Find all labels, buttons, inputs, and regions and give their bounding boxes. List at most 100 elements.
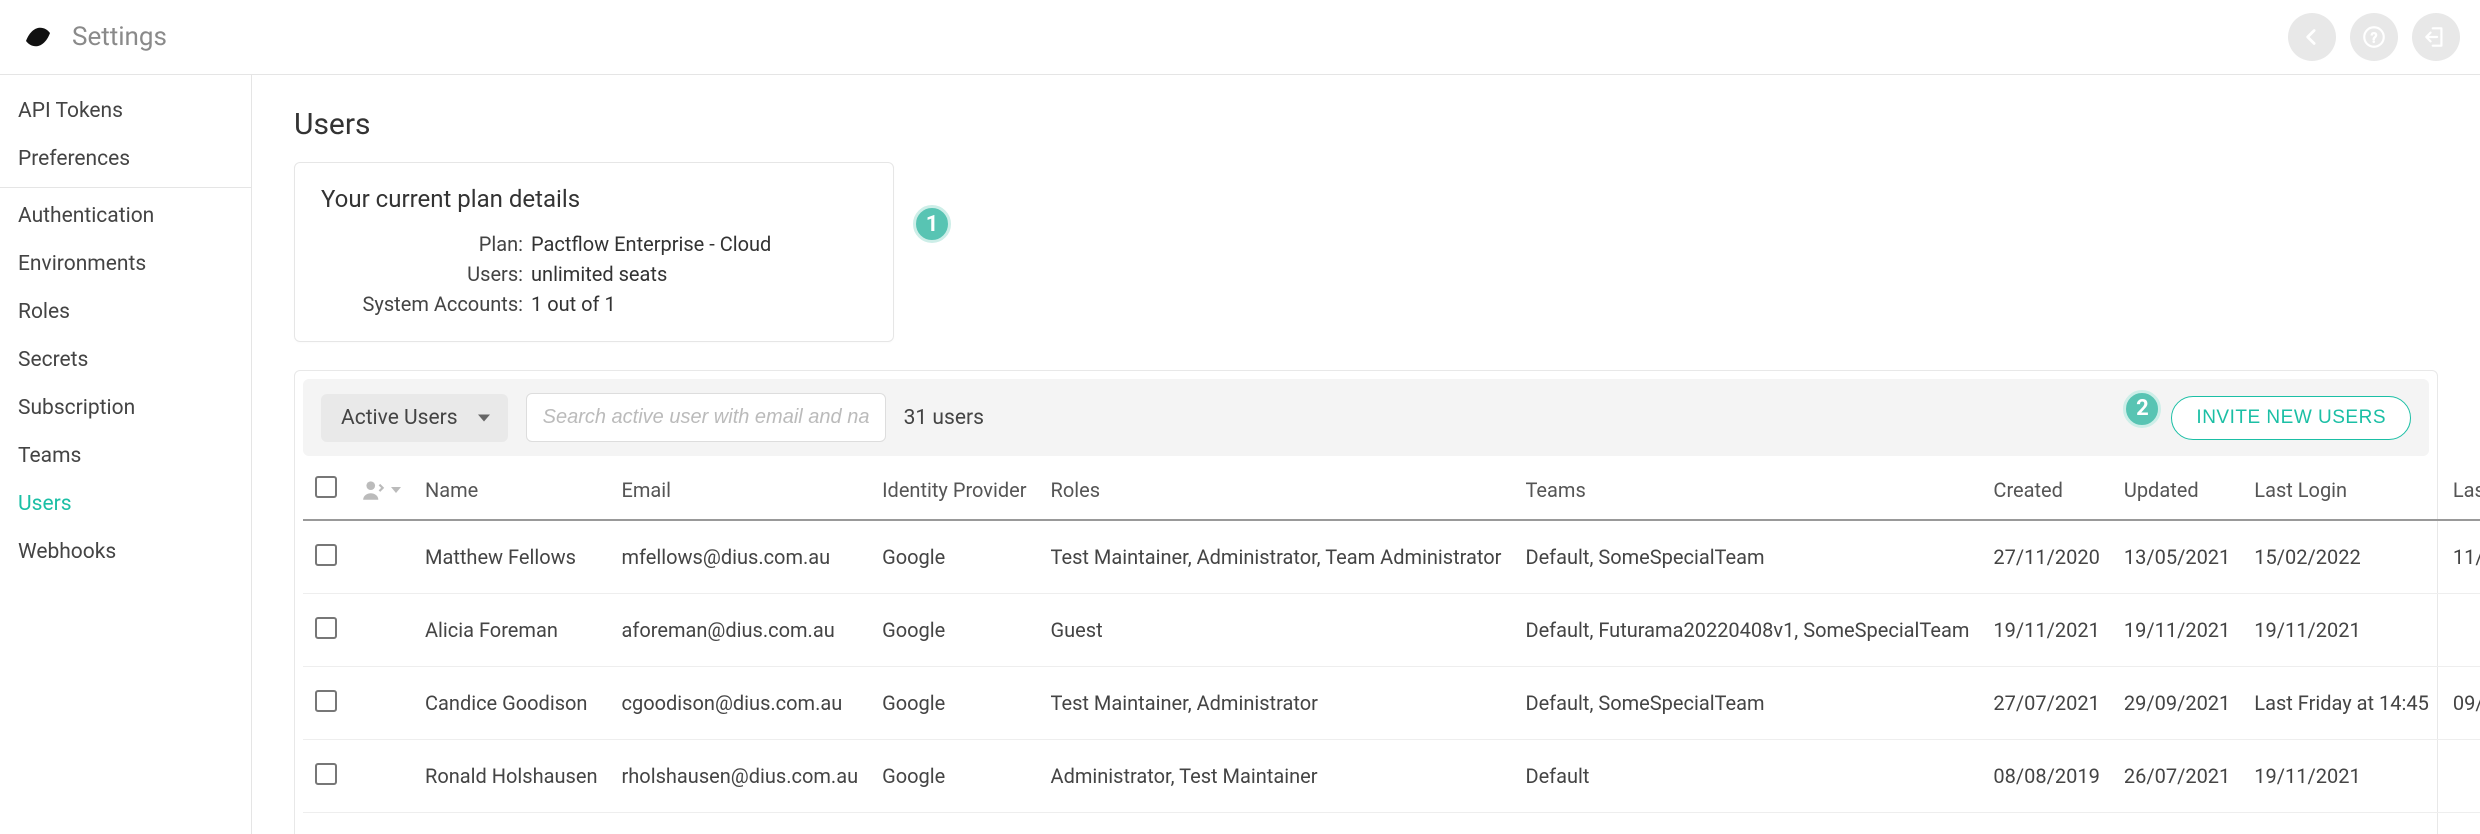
chevron-down-icon bbox=[391, 487, 401, 493]
table-row: Candice Goodisoncgoodison@dius.com.auGoo… bbox=[303, 667, 2480, 740]
user-count: 31 users bbox=[904, 406, 984, 430]
plan-sysacct-value: 1 out of 1 bbox=[531, 289, 616, 319]
cell-teams: Default, SomeSpecialTeam bbox=[1513, 667, 1981, 740]
callout-2: 2 bbox=[2123, 390, 2161, 428]
cell-lasttoken: 11/04/2022 bbox=[2441, 520, 2480, 594]
row-checkbox[interactable] bbox=[315, 763, 337, 785]
plan-label: Plan: bbox=[321, 229, 531, 259]
table-row: Shuying Linsylin@dius.com.auGoogleGuestD… bbox=[303, 813, 2480, 834]
cell-name: Ronald Holshausen bbox=[413, 740, 610, 813]
cell-teams: Default bbox=[1513, 813, 1981, 834]
settings-sidebar: API Tokens Preferences Authentication En… bbox=[0, 75, 252, 834]
svg-text:?: ? bbox=[2371, 30, 2378, 46]
cell-updated: 29/09/2021 bbox=[2112, 667, 2242, 740]
row-checkbox[interactable] bbox=[315, 690, 337, 712]
plan-users-value: unlimited seats bbox=[531, 259, 667, 289]
cell-lasttoken: 09/02/2022 bbox=[2441, 667, 2480, 740]
col-lastlogin[interactable]: Last Login bbox=[2242, 460, 2441, 520]
cell-lastlogin: 15/02/2022 bbox=[2242, 520, 2441, 594]
col-email[interactable]: Email bbox=[610, 460, 871, 520]
plan-users-label: Users: bbox=[321, 259, 531, 289]
cell-lastlogin: 19/11/2021 bbox=[2242, 594, 2441, 667]
cell-name: Matthew Fellows bbox=[413, 520, 610, 594]
sidebar-item-teams[interactable]: Teams bbox=[0, 432, 251, 480]
row-assign bbox=[349, 594, 413, 667]
sidebar-item-subscription[interactable]: Subscription bbox=[0, 384, 251, 432]
app-logo bbox=[20, 19, 56, 55]
sidebar-group-2: Authentication Environments Roles Secret… bbox=[0, 192, 251, 576]
cell-lastlogin: 17/02/2022 bbox=[2242, 813, 2441, 834]
col-teams[interactable]: Teams bbox=[1513, 460, 1981, 520]
cell-roles: Test Maintainer, Administrator bbox=[1039, 667, 1514, 740]
table-row: Alicia Foremanaforeman@dius.com.auGoogle… bbox=[303, 594, 2480, 667]
select-all-checkbox[interactable] bbox=[315, 476, 337, 498]
sidebar-divider bbox=[0, 187, 251, 188]
cell-created: 08/10/2021 bbox=[1981, 813, 2111, 834]
plan-value: Pactflow Enterprise - Cloud bbox=[531, 229, 771, 259]
sidebar-item-webhooks[interactable]: Webhooks bbox=[0, 528, 251, 576]
col-idp[interactable]: Identity Provider bbox=[870, 460, 1038, 520]
users-table-panel: Active Users 31 users 2 INVITE NEW USERS bbox=[294, 370, 2438, 834]
cell-idp: Google bbox=[870, 667, 1038, 740]
cell-lasttoken: 5 bbox=[2441, 740, 2480, 813]
header-actions: ? bbox=[2288, 13, 2460, 61]
cell-email: cgoodison@dius.com.au bbox=[610, 667, 871, 740]
invite-new-users-button[interactable]: INVITE NEW USERS bbox=[2171, 396, 2411, 440]
col-name[interactable]: Name bbox=[413, 460, 610, 520]
arrow-left-icon bbox=[2299, 24, 2325, 50]
top-header: Settings ? bbox=[0, 0, 2480, 75]
cell-roles: Test Maintainer, Administrator, Team Adm… bbox=[1039, 520, 1514, 594]
cell-idp: Google bbox=[870, 740, 1038, 813]
cell-roles: Guest bbox=[1039, 594, 1514, 667]
cell-updated: 08/10/2021 bbox=[2112, 813, 2242, 834]
status-filter-dropdown[interactable]: Active Users bbox=[321, 394, 508, 442]
cell-updated: 13/05/2021 bbox=[2112, 520, 2242, 594]
cell-updated: 19/11/2021 bbox=[2112, 594, 2242, 667]
cell-email: aforeman@dius.com.au bbox=[610, 594, 871, 667]
cell-teams: Default, SomeSpecialTeam bbox=[1513, 520, 1981, 594]
sidebar-item-api-tokens[interactable]: API Tokens bbox=[0, 87, 251, 135]
row-checkbox[interactable] bbox=[315, 617, 337, 639]
cell-created: 08/08/2019 bbox=[1981, 740, 2111, 813]
cell-name: Shuying Lin bbox=[413, 813, 610, 834]
callout-1: 1 bbox=[913, 205, 951, 243]
sidebar-item-environments[interactable]: Environments bbox=[0, 240, 251, 288]
sidebar-item-secrets[interactable]: Secrets bbox=[0, 336, 251, 384]
cell-email: sylin@dius.com.au bbox=[610, 813, 871, 834]
col-lasttoken[interactable]: Last Time Token Used bbox=[2441, 460, 2480, 520]
header-title: Settings bbox=[72, 22, 167, 52]
col-assign[interactable] bbox=[349, 460, 413, 520]
plan-sysacct-label: System Accounts: bbox=[321, 289, 531, 319]
help-icon: ? bbox=[2361, 24, 2387, 50]
exit-button[interactable] bbox=[2412, 13, 2460, 61]
sidebar-item-users[interactable]: Users bbox=[0, 480, 251, 528]
cell-teams: Default, Futurama20220408v1, SomeSpecial… bbox=[1513, 594, 1981, 667]
col-roles[interactable]: Roles bbox=[1039, 460, 1514, 520]
cell-updated: 26/07/2021 bbox=[2112, 740, 2242, 813]
col-updated[interactable]: Updated bbox=[2112, 460, 2242, 520]
cell-name: Alicia Foreman bbox=[413, 594, 610, 667]
back-button[interactable] bbox=[2288, 13, 2336, 61]
row-checkbox[interactable] bbox=[315, 544, 337, 566]
cell-lasttoken bbox=[2441, 594, 2480, 667]
sidebar-item-preferences[interactable]: Preferences bbox=[0, 135, 251, 183]
users-toolbar: Active Users 31 users 2 INVITE NEW USERS bbox=[303, 379, 2429, 456]
plan-row-users: Users: unlimited seats bbox=[321, 259, 867, 289]
users-table: Name Email Identity Provider Roles Teams… bbox=[303, 460, 2480, 834]
plan-row-plan: Plan: Pactflow Enterprise - Cloud bbox=[321, 229, 867, 259]
col-created[interactable]: Created bbox=[1981, 460, 2111, 520]
cell-teams: Default bbox=[1513, 740, 1981, 813]
page-title: Users bbox=[294, 107, 2438, 142]
cell-lastlogin: 19/11/2021 bbox=[2242, 740, 2441, 813]
help-button[interactable]: ? bbox=[2350, 13, 2398, 61]
assign-user-icon bbox=[361, 477, 387, 503]
cell-email: rholshausen@dius.com.au bbox=[610, 740, 871, 813]
cell-created: 19/11/2021 bbox=[1981, 594, 2111, 667]
cell-lasttoken bbox=[2441, 813, 2480, 834]
table-row: Matthew Fellowsmfellows@dius.com.auGoogl… bbox=[303, 520, 2480, 594]
sidebar-item-roles[interactable]: Roles bbox=[0, 288, 251, 336]
sidebar-group-1: API Tokens Preferences bbox=[0, 87, 251, 183]
sidebar-item-authentication[interactable]: Authentication bbox=[0, 192, 251, 240]
search-input[interactable] bbox=[526, 393, 886, 442]
table-row: Ronald Holshausenrholshausen@dius.com.au… bbox=[303, 740, 2480, 813]
